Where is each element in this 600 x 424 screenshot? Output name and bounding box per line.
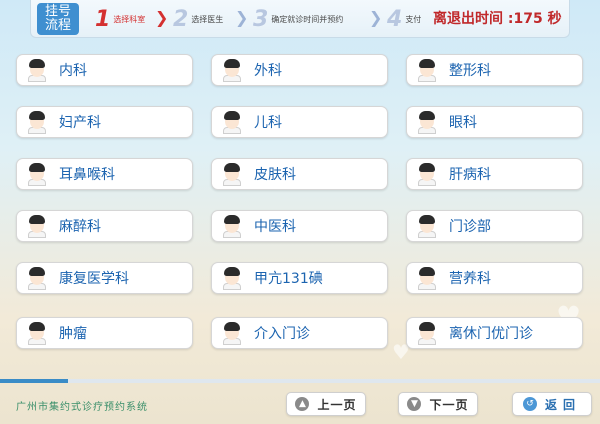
doctor-avatar-icon [222, 321, 242, 345]
registration-flow-bar: 挂号 流程 1 选择科室 ❯ 2 选择医生 ❯ 3 确定就诊时间并预约 ❯ 4 … [30, 0, 570, 38]
department-label: 整形科 [449, 63, 491, 79]
countdown-value: 175 [513, 11, 543, 27]
step-2: 2 选择医生 [173, 6, 223, 32]
arrow-up-icon: ▲ [295, 397, 310, 411]
step-1: 1 选择科室 [95, 6, 145, 32]
doctor-avatar-icon [222, 110, 242, 134]
department-label: 甲亢131碘 [254, 271, 323, 287]
step-3-label: 确定就诊时间并预约 [271, 14, 344, 24]
countdown-timer: 离退出时间 :175 秒 [433, 8, 562, 28]
doctor-avatar-icon [417, 110, 437, 134]
doctor-avatar-icon [222, 162, 242, 186]
department-button[interactable]: 门诊部 [406, 210, 583, 242]
department-label: 中医科 [254, 219, 296, 235]
department-button[interactable]: 整形科 [406, 54, 583, 86]
department-label: 内科 [59, 63, 87, 79]
department-label: 妇产科 [59, 115, 101, 131]
doctor-avatar-icon [417, 321, 437, 345]
back-label: 返回 [544, 397, 581, 412]
doctor-avatar-icon [222, 58, 242, 82]
department-button[interactable]: 耳鼻喉科 [16, 158, 193, 190]
department-button[interactable]: 皮肤科 [211, 158, 388, 190]
countdown-unit: 秒 [542, 11, 562, 27]
step-3-number: 3 [253, 6, 269, 32]
doctor-avatar-icon [222, 214, 242, 238]
prev-page-label: 上一页 [317, 397, 357, 412]
department-button[interactable]: 妇产科 [16, 106, 193, 138]
step-1-label: 选择科室 [113, 14, 146, 24]
department-button[interactable]: 康复医学科 [16, 262, 193, 294]
department-button[interactable]: 甲亢131碘 [211, 262, 388, 294]
step-4-label: 支付 [405, 14, 422, 24]
department-button[interactable]: 营养科 [406, 262, 583, 294]
department-label: 肿瘤 [59, 326, 87, 342]
page-progress-fill [0, 379, 68, 383]
department-label: 肝病科 [449, 167, 491, 183]
doctor-avatar-icon [27, 321, 47, 345]
department-button[interactable]: 肝病科 [406, 158, 583, 190]
department-label: 眼科 [449, 115, 477, 131]
system-title: 广州市集约式诊疗预约系统 [16, 402, 148, 413]
department-grid: 内科 外科 整形科妇产科 儿科 眼科耳鼻喉科 皮肤科 肝病科麻醉科 中医科 门诊部康复医学科 甲亢… [16, 54, 586, 354]
doctor-avatar-icon [27, 214, 47, 238]
department-label: 皮肤科 [254, 167, 296, 183]
doctor-avatar-icon [27, 162, 47, 186]
prev-page-button[interactable]: ▲ 上一页 [286, 392, 366, 416]
arrow-down-icon: ▼ [407, 397, 422, 411]
step-4-number: 4 [387, 6, 403, 32]
department-label: 门诊部 [449, 219, 491, 235]
doctor-avatar-icon [417, 58, 437, 82]
chevron-right-icon: ❯ [369, 8, 383, 27]
doctor-avatar-icon [417, 162, 437, 186]
department-button[interactable]: 内科 [16, 54, 193, 86]
department-button[interactable]: 麻醉科 [16, 210, 193, 242]
next-page-label: 下一页 [429, 397, 469, 412]
step-3: 3 确定就诊时间并预约 [253, 6, 343, 32]
department-button[interactable]: 介入门诊 [211, 317, 388, 349]
doctor-avatar-icon [27, 110, 47, 134]
step-2-number: 2 [173, 6, 189, 32]
department-button[interactable]: 中医科 [211, 210, 388, 242]
department-label: 营养科 [449, 271, 491, 287]
step-1-number: 1 [95, 6, 111, 32]
department-label: 外科 [254, 63, 282, 79]
department-label: 介入门诊 [254, 326, 310, 342]
doctor-avatar-icon [27, 58, 47, 82]
flow-label: 挂号 流程 [37, 3, 79, 35]
countdown-prefix: 离退出时间 : [433, 11, 514, 27]
back-button[interactable]: ↺ 返回 [512, 392, 592, 416]
department-label: 儿科 [254, 115, 282, 131]
department-label: 离休门优门诊 [449, 326, 533, 342]
department-label: 耳鼻喉科 [59, 167, 115, 183]
department-button[interactable]: 离休门优门诊 [406, 317, 583, 349]
department-button[interactable]: 肿瘤 [16, 317, 193, 349]
page-progress-bar [0, 379, 600, 383]
doctor-avatar-icon [417, 266, 437, 290]
chevron-right-icon: ❯ [155, 8, 169, 27]
doctor-avatar-icon [27, 266, 47, 290]
chevron-right-icon: ❯ [235, 8, 249, 27]
next-page-button[interactable]: ▼ 下一页 [398, 392, 478, 416]
doctor-avatar-icon [417, 214, 437, 238]
flow-label-text: 挂号 流程 [44, 4, 71, 33]
department-button[interactable]: 外科 [211, 54, 388, 86]
back-arrow-icon: ↺ [522, 397, 537, 411]
department-label: 康复医学科 [59, 271, 129, 287]
doctor-avatar-icon [222, 266, 242, 290]
step-4: 4 支付 [387, 6, 421, 32]
department-button[interactable]: 眼科 [406, 106, 583, 138]
department-label: 麻醉科 [59, 219, 101, 235]
department-button[interactable]: 儿科 [211, 106, 388, 138]
step-2-label: 选择医生 [191, 14, 224, 24]
